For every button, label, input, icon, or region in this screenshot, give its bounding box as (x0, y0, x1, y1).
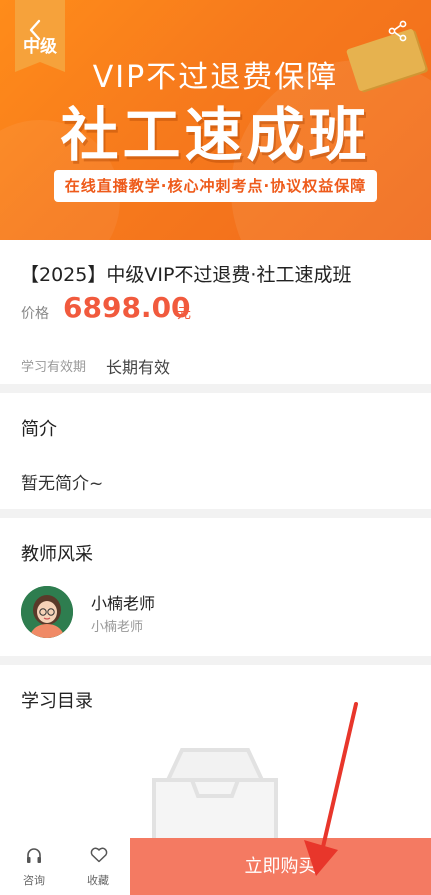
course-detail-page: 中级 VIP不过退费保障 社工速成班 在线直播教学·核心冲刺考点·协议权益保障 … (0, 0, 431, 895)
headset-icon (27, 848, 41, 863)
course-info-card: 【2025】中级VIP不过退费·社工速成班 价格 6898.00 元 学习有效期… (0, 240, 431, 384)
price-unit: 元 (177, 306, 191, 322)
course-title: 【2025】中级VIP不过退费·社工速成班 (20, 264, 352, 286)
banner-tagline: 在线直播教学·核心冲刺考点·协议权益保障 (54, 170, 377, 202)
teacher-section: 教师风采 小楠老师 小楠老师 (0, 518, 431, 656)
validity-label: 学习有效期 (21, 360, 87, 375)
heart-icon (90, 847, 108, 863)
intro-title: 简介 (21, 419, 57, 440)
empty-box-icon (152, 748, 278, 848)
teacher-avatar[interactable] (21, 586, 73, 638)
teacher-name[interactable]: 小楠老师 (91, 590, 155, 614)
teacher-avatar-illustration (21, 586, 73, 638)
banner-title: 社工速成班 (60, 101, 371, 169)
price-label: 价格 (21, 306, 49, 322)
intro-section: 简介 暂无简介~ (0, 393, 431, 509)
share-icon[interactable] (387, 20, 409, 42)
teacher-section-title: 教师风采 (21, 544, 93, 565)
intro-text: 暂无简介~ (21, 474, 104, 494)
bottom-action-bar: 咨询 收藏 立即购买 (0, 838, 431, 895)
catalog-title: 学习目录 (21, 691, 93, 712)
back-icon[interactable] (24, 18, 48, 42)
favorite-tab[interactable]: 收藏 (68, 838, 128, 895)
favorite-label: 收藏 (87, 874, 109, 887)
consult-tab[interactable]: 咨询 (4, 838, 64, 895)
price-value: 6898.00 (63, 291, 191, 324)
consult-label: 咨询 (23, 874, 45, 887)
course-banner: 中级 VIP不过退费保障 社工速成班 在线直播教学·核心冲刺考点·协议权益保障 (0, 0, 431, 240)
validity-value: 长期有效 (106, 358, 171, 377)
teacher-subtitle: 小楠老师 (91, 620, 144, 635)
buy-now-button[interactable]: 立即购买 (130, 838, 431, 895)
